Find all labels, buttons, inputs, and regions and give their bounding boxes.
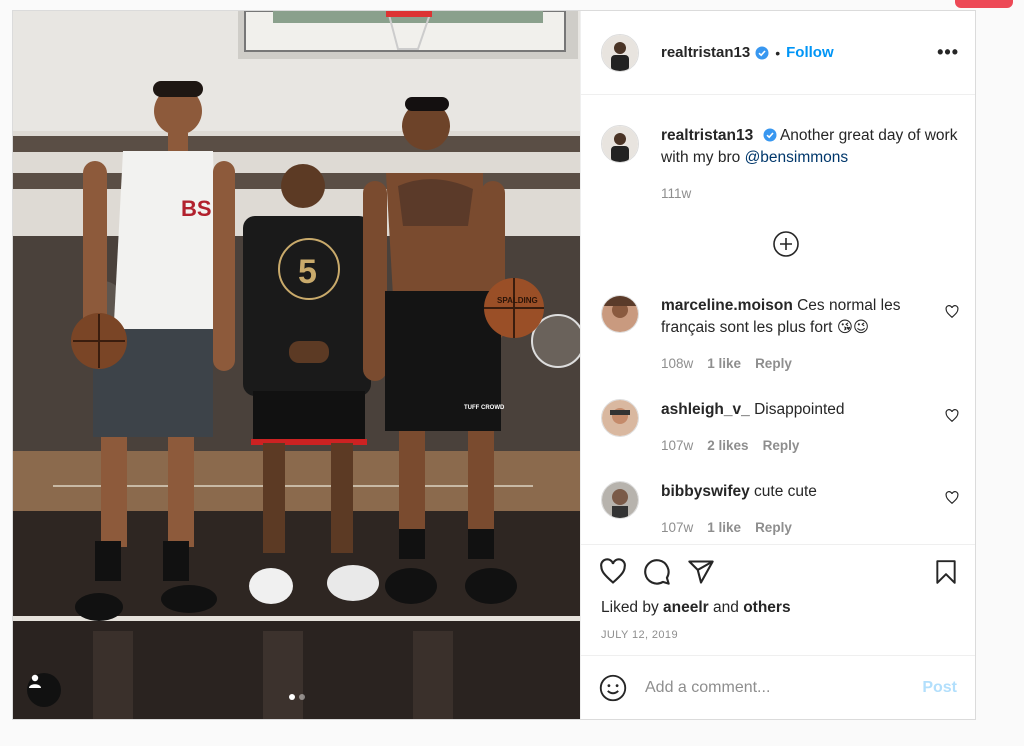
caption-age[interactable]: 111w [661,183,691,205]
instagram-post: BS 5 TUFF CROWD SPALDING realtristan13 •… [12,10,976,720]
post-actions-bar [581,544,975,599]
reply-button[interactable]: Reply [755,517,792,539]
likes-prefix: Liked by [601,599,664,616]
reply-button[interactable]: Reply [763,435,800,457]
comment-age[interactable]: 107w [661,435,693,457]
header-separator: • [775,44,781,61]
likes-summary: Liked by aneelr and others [581,599,975,617]
comment-age[interactable]: 107w [661,517,693,539]
comment-age[interactable]: 108w [661,353,693,375]
author-avatar[interactable] [601,33,639,72]
comment-row: bibbyswifey cute cute 107w 1 like Reply [601,481,959,539]
heart-icon[interactable] [945,305,959,319]
comments-list: realtristan13 Another great day of work … [581,95,975,544]
shorts-logo-text: TUFF CROWD [464,405,505,411]
post-side-panel: realtristan13 • Follow ••• realtristan13… [580,11,975,719]
comment-text: cute cute [754,483,817,500]
comment-likes[interactable]: 2 likes [707,435,748,457]
post-header: realtristan13 • Follow ••• [581,11,975,95]
comment-text: Disappointed [754,401,845,418]
share-icon[interactable] [687,558,715,586]
more-options-icon[interactable]: ••• [937,42,959,63]
heart-icon[interactable] [599,558,627,586]
verified-badge-icon [763,128,777,142]
comment-likes[interactable]: 1 like [707,353,741,375]
carousel-dot [298,694,305,700]
emoji-icon[interactable] [599,674,627,702]
comment-likes[interactable]: 1 like [707,517,741,539]
carousel-dot-active [288,694,295,700]
verified-badge-icon [755,46,769,59]
carousel-indicator [13,694,580,700]
post-comment-button[interactable]: Post [922,679,957,697]
user-tag-icon [29,674,41,688]
commenter-username[interactable]: ashleigh_v_ [661,401,750,418]
commenter-avatar[interactable] [601,295,639,333]
comment-input[interactable]: Add a comment... [645,679,922,697]
top-right-badge [955,0,1013,8]
likes-middle: and [708,599,744,616]
commenter-avatar[interactable] [601,481,639,519]
caption-row: realtristan13 Another great day of work … [601,125,959,205]
comment-icon[interactable] [643,558,671,586]
add-comment-bar: Add a comment... Post [581,655,975,719]
author-username[interactable]: realtristan13 [661,44,750,61]
reply-button[interactable]: Reply [755,353,792,375]
commenter-username[interactable]: bibbyswifey [661,483,750,500]
caption-username[interactable]: realtristan13 [661,127,753,144]
commenter-username[interactable]: marceline.moison [661,297,793,314]
jersey-number-text: 5 [298,253,317,291]
caption-avatar[interactable] [601,125,639,163]
likes-user-link[interactable]: aneelr [663,599,709,616]
basketball-photo-illustration: BS 5 TUFF CROWD SPALDING [13,11,580,719]
heart-icon[interactable] [945,409,959,423]
bookmark-icon[interactable] [933,558,959,586]
comment-row: marceline.moison Ces normal les français… [601,295,959,375]
commenter-avatar[interactable] [601,399,639,437]
tank-logo-text: BS [181,196,212,221]
load-more-comments-icon[interactable] [773,231,799,257]
tagged-users-button[interactable] [27,673,61,707]
heart-icon[interactable] [945,491,959,505]
post-date[interactable]: JULY 12, 2019 [581,617,975,655]
post-photo[interactable]: BS 5 TUFF CROWD SPALDING [13,11,580,719]
caption-mention-link[interactable]: @bensimmons [745,149,849,166]
likes-others-link[interactable]: others [743,599,790,616]
comment-row: ashleigh_v_ Disappointed 107w 2 likes Re… [601,399,959,457]
ball-logo-text: SPALDING [497,296,538,305]
follow-button[interactable]: Follow [786,44,834,61]
